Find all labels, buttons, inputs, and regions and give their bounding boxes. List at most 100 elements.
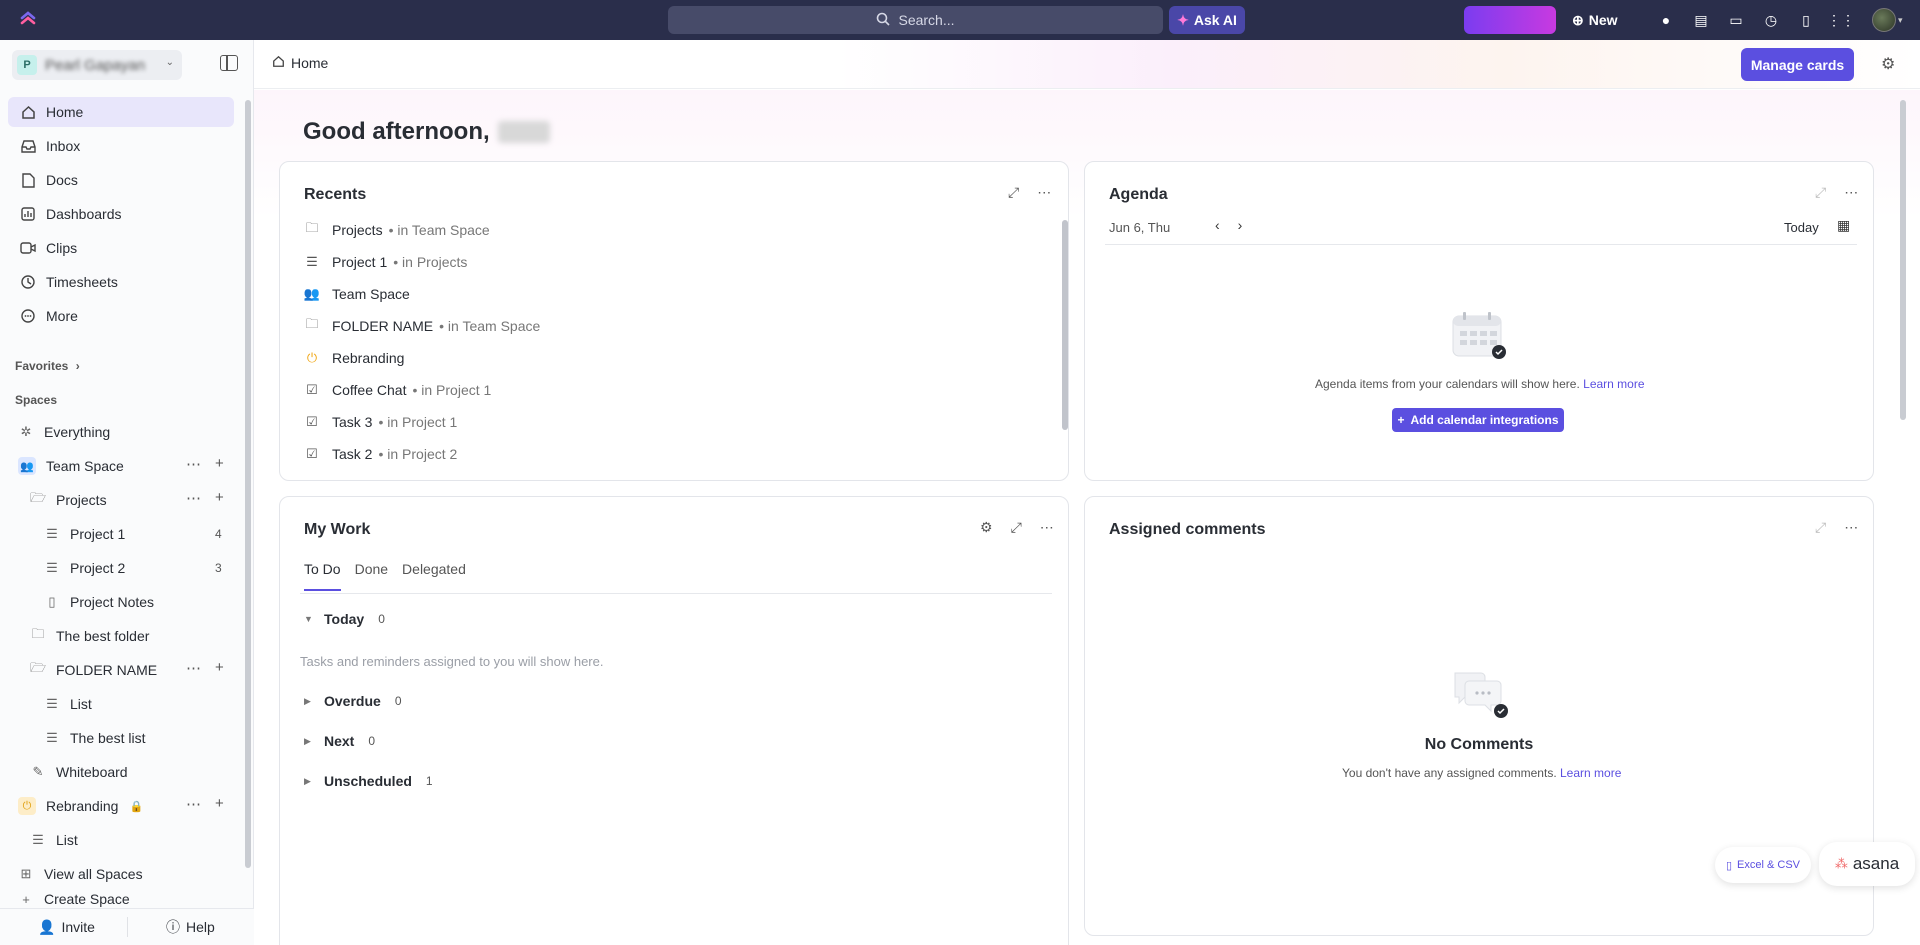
expand-icon[interactable]: ⤢ — [1011, 519, 1022, 536]
sidebar-item-rebranding[interactable]: ⏻ Rebranding 🔒 — [18, 792, 144, 820]
gear-icon[interactable]: ⚙ — [980, 519, 993, 536]
sidebar-item-folder-name[interactable]: 🗁 FOLDER NAME — [30, 656, 157, 684]
group-count: 0 — [394, 694, 402, 708]
doc-icon[interactable]: ▯ — [1795, 8, 1817, 32]
group-unscheduled[interactable]: ▶ Unscheduled 1 — [304, 773, 433, 789]
learn-more-link[interactable]: Learn more — [1583, 377, 1644, 391]
workspace-name: Pearl Gapayan — [45, 56, 146, 74]
ellipsis-icon[interactable]: ⋯ — [186, 659, 201, 677]
video-icon[interactable]: ▭ — [1725, 8, 1747, 32]
tab-done[interactable]: Done — [355, 561, 388, 591]
new-button[interactable]: ⊕ New — [1572, 6, 1618, 34]
upgrade-button[interactable] — [1464, 6, 1556, 34]
sidebar-item-whiteboard[interactable]: ✎ Whiteboard — [30, 758, 128, 786]
recent-item-name: Coffee Chat — [332, 382, 407, 398]
avatar-image — [1872, 8, 1896, 32]
sidebar-item-inbox[interactable]: Inbox — [8, 131, 234, 161]
favorites-header[interactable]: Favorites › — [15, 359, 80, 373]
collapse-sidebar-icon[interactable] — [220, 55, 238, 71]
recent-item[interactable]: 🗀 Projects • in Team Space — [304, 214, 540, 246]
sidebar-item-view-all-spaces[interactable]: ⊞ View all Spaces — [18, 860, 143, 888]
ellipsis-icon[interactable]: ⋯ — [1037, 184, 1051, 201]
group-next[interactable]: ▶ Next 0 — [304, 733, 375, 749]
plus-icon[interactable]: + — [215, 659, 224, 677]
alarm-icon[interactable]: ◷ — [1760, 8, 1782, 32]
recent-item[interactable]: 👥 Team Space — [304, 278, 540, 310]
sidebar-item-timesheets[interactable]: Timesheets — [8, 267, 234, 297]
recent-item[interactable]: ☰ Project 3 • in Projects — [304, 470, 540, 480]
ask-ai-button[interactable]: ✦ Ask AI — [1169, 6, 1245, 34]
ellipsis-icon[interactable]: ⋯ — [1844, 519, 1858, 536]
expand-icon[interactable]: ⤢ — [1815, 519, 1826, 536]
breadcrumb[interactable]: Home — [272, 55, 328, 71]
sidebar-item-more[interactable]: More — [8, 301, 234, 331]
main-scrollbar[interactable] — [1900, 100, 1906, 420]
today-button[interactable]: Today — [1784, 220, 1819, 235]
chevron-right-icon[interactable]: › — [1238, 217, 1243, 233]
sidebar-item-label: More — [46, 308, 78, 324]
invite-button[interactable]: 👤 Invite — [38, 919, 95, 936]
top-icons: ● ▤ ▭ ◷ ▯ ⋮⋮ — [1655, 8, 1855, 32]
ellipsis-icon[interactable]: ⋯ — [186, 795, 201, 813]
recent-item[interactable]: 🗀 FOLDER NAME • in Team Space — [304, 310, 540, 342]
excel-csv-import-button[interactable]: ▯ Excel & CSV — [1715, 847, 1811, 883]
recents-scrollbar[interactable] — [1062, 220, 1068, 430]
manage-cards-button[interactable]: Manage cards — [1741, 48, 1854, 81]
sidebar-item-best-folder[interactable]: 🗀 The best folder — [30, 622, 149, 650]
check-circle-icon[interactable]: ● — [1655, 8, 1677, 32]
group-name: Today — [324, 611, 365, 627]
sidebar-item-clips[interactable]: Clips — [8, 233, 234, 263]
recent-item[interactable]: ⏻ Rebranding — [304, 342, 540, 374]
sidebar-item-best-list[interactable]: ☰ The best list — [44, 724, 145, 752]
grid-icon: ⊞ — [20, 866, 32, 881]
search-bar[interactable]: Search... — [668, 6, 1163, 34]
add-calendar-integrations-button[interactable]: + Add calendar integrations — [1392, 408, 1564, 432]
clickup-logo-icon[interactable] — [14, 6, 42, 34]
sidebar-item-project-1[interactable]: ☰ Project 1 — [44, 520, 125, 548]
group-overdue[interactable]: ▶ Overdue 0 — [304, 693, 402, 709]
sidebar-item-team-space[interactable]: 👥 Team Space — [18, 452, 124, 480]
recent-item[interactable]: ☑ Task 2 • in Project 2 — [304, 438, 540, 470]
asana-import-button[interactable]: ⁂ asana — [1819, 842, 1915, 886]
expand-icon[interactable]: ⤢ — [1815, 184, 1826, 201]
plus-icon[interactable]: + — [215, 795, 224, 813]
ellipsis-icon[interactable]: ⋯ — [1040, 519, 1054, 536]
sidebar-item-projects[interactable]: 🗁 Projects — [30, 486, 107, 514]
sidebar-item-label: Clips — [46, 240, 78, 256]
gear-icon[interactable]: ⚙ — [1881, 54, 1895, 74]
sidebar-item-rebranding-list[interactable]: ☰ List — [30, 826, 78, 854]
help-button[interactable]: ⓘ Help — [166, 917, 215, 937]
ellipsis-icon[interactable]: ⋯ — [186, 489, 201, 507]
sidebar-item-project-notes[interactable]: ▯ Project Notes — [44, 588, 154, 616]
calendar-icon[interactable]: ▦ — [1837, 217, 1850, 234]
expand-icon[interactable]: ⤢ — [1008, 184, 1019, 201]
recent-item[interactable]: ☰ Project 1 • in Projects — [304, 246, 540, 278]
tab-delegated[interactable]: Delegated — [402, 561, 466, 591]
plus-icon: + — [22, 891, 30, 907]
sidebar-item-home[interactable]: Home — [8, 97, 234, 127]
notepad-icon[interactable]: ▤ — [1690, 8, 1712, 32]
sidebar-item-project-2[interactable]: ☰ Project 2 — [44, 554, 125, 582]
sidebar-item-list[interactable]: ☰ List — [44, 690, 92, 718]
sidebar-item-everything[interactable]: ✲ Everything — [18, 418, 111, 446]
sidebar-item-label: Timesheets — [46, 274, 118, 290]
sidebar-scrollbar[interactable] — [245, 100, 251, 868]
plus-icon[interactable]: + — [215, 455, 224, 473]
user-avatar[interactable]: ▾ — [1872, 6, 1910, 34]
tab-to-do[interactable]: To Do — [304, 561, 341, 591]
sidebar-item-docs[interactable]: Docs — [8, 165, 234, 195]
workspace-switcher[interactable]: P Pearl Gapayan ⌄ — [12, 50, 182, 80]
sidebar-item-create-space[interactable]: + Create Space — [18, 890, 129, 908]
sidebar-item-dashboards[interactable]: Dashboards — [8, 199, 234, 229]
plus-icon[interactable]: + — [215, 489, 224, 507]
learn-more-link[interactable]: Learn more — [1560, 766, 1621, 780]
grid-apps-icon[interactable]: ⋮⋮ — [1827, 8, 1855, 32]
recent-item[interactable]: ☑ Task 3 • in Project 1 — [304, 406, 540, 438]
group-today[interactable]: ▼ Today 0 — [304, 611, 385, 627]
ellipsis-icon[interactable]: ⋯ — [186, 455, 201, 473]
caret-right-icon: ▶ — [304, 775, 311, 786]
ellipsis-icon[interactable]: ⋯ — [1844, 184, 1858, 201]
my-work-card: My Work ⚙ ⤢ ⋯ To Do Done Delegated ▼ Tod… — [279, 496, 1069, 945]
recent-item[interactable]: ☑ Coffee Chat • in Project 1 — [304, 374, 540, 406]
chevron-left-icon[interactable]: ‹ — [1215, 217, 1220, 233]
